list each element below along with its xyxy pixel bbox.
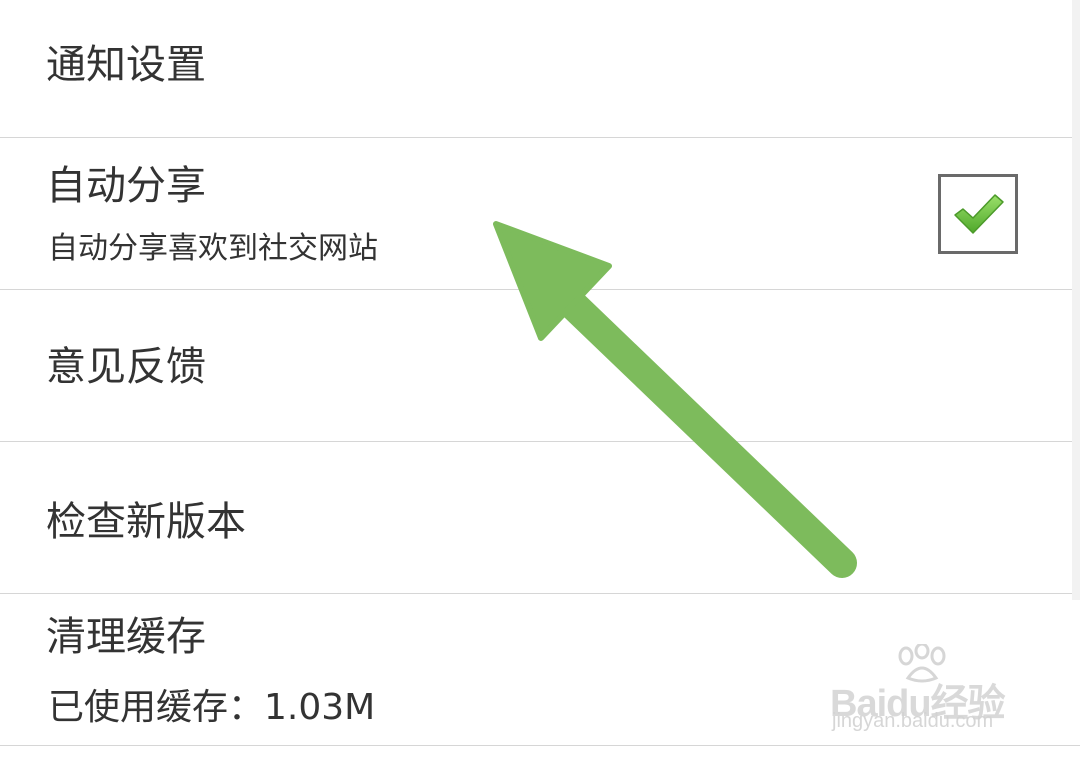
settings-list: 通知设置 自动分享 自动分享喜欢到社交网站 意见反馈 检查新版本 清理缓存 已使…	[0, 0, 1080, 760]
settings-item-title: 通知设置	[46, 42, 206, 88]
auto-share-checkbox[interactable]	[938, 174, 1018, 254]
settings-item-clear-cache[interactable]: 清理缓存 已使用缓存：1.03M	[0, 594, 1080, 746]
scrollbar-track[interactable]	[1072, 0, 1080, 600]
settings-item-feedback[interactable]: 意见反馈	[0, 290, 1080, 442]
settings-item-check-update[interactable]: 检查新版本	[0, 442, 1080, 594]
checkmark-icon	[954, 194, 1004, 234]
settings-item-notification[interactable]: 通知设置	[0, 0, 1080, 138]
cache-size-label: 已使用缓存：1.03M	[48, 687, 376, 728]
settings-item-auto-share[interactable]: 自动分享 自动分享喜欢到社交网站	[0, 138, 1080, 290]
settings-item-title: 自动分享	[46, 163, 206, 209]
settings-item-title: 意见反馈	[46, 344, 206, 390]
settings-item-title: 清理缓存	[46, 614, 206, 660]
settings-item-title: 检查新版本	[46, 499, 246, 545]
settings-item-subtitle: 自动分享喜欢到社交网站	[48, 231, 378, 266]
